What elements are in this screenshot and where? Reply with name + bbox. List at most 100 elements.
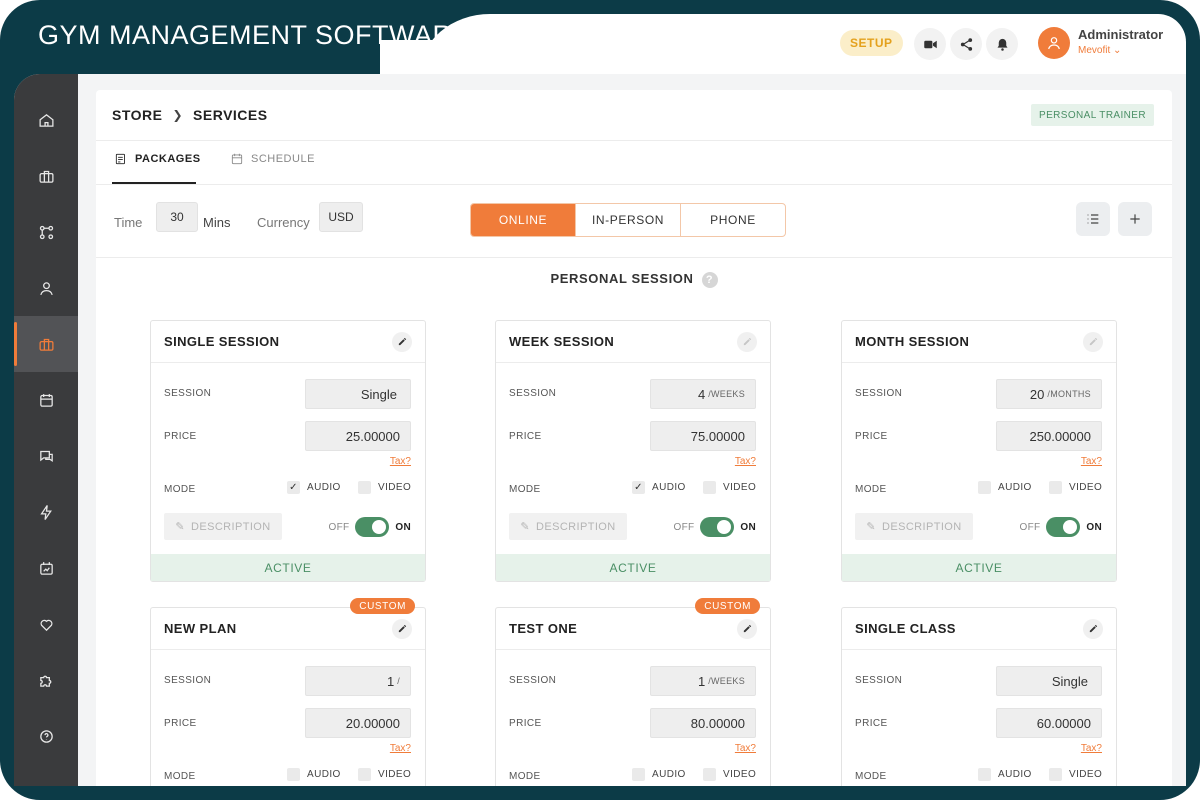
share-icon[interactable]	[950, 28, 982, 60]
sidebar-item-calendar[interactable]	[14, 372, 78, 428]
sidebar-item-home[interactable]	[14, 92, 78, 148]
session-field[interactable]: 1 /	[305, 666, 411, 696]
card-header: MONTH SESSION	[842, 321, 1116, 363]
price-label: PRICE	[509, 718, 542, 729]
edit-button[interactable]	[737, 331, 757, 352]
user-org-dropdown[interactable]: Mevofit ⌄	[1078, 45, 1121, 56]
description-label: DESCRIPTION	[191, 520, 271, 533]
session-field[interactable]: Single	[305, 379, 411, 409]
heart-icon	[40, 619, 52, 631]
session-value: 1	[697, 673, 706, 689]
description-button[interactable]: ✎ DESCRIPTION	[164, 513, 282, 540]
analytics-icon	[39, 561, 53, 575]
video-checkbox[interactable]: VIDEO	[358, 768, 411, 781]
sidebar-item-user[interactable]	[14, 260, 78, 316]
edit-button[interactable]	[392, 331, 412, 352]
sidebar-item-store[interactable]	[14, 316, 78, 372]
currency-select[interactable]: USD	[319, 202, 363, 232]
sidebar-item-puzzle[interactable]	[14, 652, 78, 708]
sidebar-item-lightning[interactable]	[14, 484, 78, 540]
sidebar-item-briefcase[interactable]	[14, 148, 78, 204]
checkbox-box	[358, 768, 371, 781]
audio-checkbox[interactable]: AUDIO	[287, 768, 341, 781]
session-field[interactable]: 1 /WEEKS	[650, 666, 756, 696]
price-field[interactable]: 20.00000	[305, 708, 411, 738]
description-button[interactable]: ✎ DESCRIPTION	[855, 513, 973, 540]
tax-link[interactable]: Tax?	[735, 456, 756, 467]
tab-schedule[interactable]: SCHEDULE	[230, 152, 315, 166]
edit-button[interactable]	[1083, 618, 1103, 639]
add-button[interactable]	[1118, 202, 1152, 236]
audio-checkbox[interactable]: AUDIO	[632, 768, 686, 781]
video-checkbox[interactable]: VIDEO	[1049, 481, 1102, 494]
session-field[interactable]: Single	[996, 666, 1102, 696]
mode-in-person-button[interactable]: IN-PERSON	[575, 204, 680, 236]
session-field[interactable]: 20 /MONTHS	[996, 379, 1102, 409]
session-unit: /MONTHS	[1047, 389, 1091, 399]
sidebar-item-analytics[interactable]	[14, 540, 78, 596]
price-field[interactable]: 75.00000	[650, 421, 756, 451]
video-checkbox[interactable]: VIDEO	[703, 768, 756, 781]
sidebar-item-apps[interactable]	[14, 204, 78, 260]
audio-checkbox[interactable]: AUDIO	[978, 768, 1032, 781]
sidebar-item-heart[interactable]	[14, 596, 78, 652]
mode-phone-button[interactable]: PHONE	[680, 204, 785, 236]
price-field[interactable]: 25.00000	[305, 421, 411, 451]
tax-link[interactable]: Tax?	[735, 743, 756, 754]
video-checkbox[interactable]: VIDEO	[703, 481, 756, 494]
toggle-switch[interactable]	[1046, 517, 1081, 537]
status-toggle[interactable]: OFF ON	[673, 517, 756, 537]
tab-packages[interactable]: PACKAGES	[114, 152, 201, 166]
session-field[interactable]: 4 /WEEKS	[650, 379, 756, 409]
checkmark-icon: ✓	[287, 481, 300, 494]
status-toggle[interactable]: OFF ON	[1019, 517, 1102, 537]
toggle-switch[interactable]	[700, 517, 735, 537]
currency-label: Currency	[257, 215, 310, 230]
price-field[interactable]: 80.00000	[650, 708, 756, 738]
session-label: SESSION	[855, 388, 903, 399]
pencil-icon: ✎	[520, 521, 531, 533]
app-frame: GYM MANAGEMENT SOFTWARE SETUP Administra…	[0, 0, 1200, 800]
edit-button[interactable]	[1083, 331, 1103, 352]
description-button[interactable]: ✎ DESCRIPTION	[509, 513, 627, 540]
session-value: 4	[697, 386, 706, 402]
tax-link[interactable]: Tax?	[390, 456, 411, 467]
mode-online-button[interactable]: ONLINE	[471, 204, 575, 236]
checkbox-box	[287, 768, 300, 781]
price-field[interactable]: 60.00000	[996, 708, 1102, 738]
bell-icon[interactable]	[986, 28, 1018, 60]
list-view-button[interactable]	[1076, 202, 1110, 236]
tax-link[interactable]: Tax?	[1081, 456, 1102, 467]
sidebar-item-chat[interactable]	[14, 428, 78, 484]
toggle-off-label: OFF	[1019, 521, 1041, 533]
edit-button[interactable]	[737, 618, 757, 639]
user-org: Mevofit	[1078, 45, 1111, 56]
lightning-icon	[39, 504, 52, 520]
home-icon	[38, 113, 54, 127]
help-icon[interactable]: ?	[701, 271, 718, 288]
video-checkbox[interactable]: VIDEO	[358, 481, 411, 494]
tax-link[interactable]: Tax?	[390, 743, 411, 754]
edit-button[interactable]	[392, 618, 412, 639]
tax-link[interactable]: Tax?	[1081, 743, 1102, 754]
audio-checkbox[interactable]: ✓ AUDIO	[632, 481, 686, 494]
calendar-icon	[39, 393, 53, 407]
card-title: MONTH SESSION	[855, 334, 970, 349]
sidebar-item-help[interactable]	[14, 708, 78, 764]
help-icon	[39, 729, 53, 743]
session-label: SESSION	[855, 675, 903, 686]
section-title: PERSONAL SESSION?	[96, 271, 1172, 288]
audio-checkbox[interactable]: ✓ AUDIO	[287, 481, 341, 494]
breadcrumb-store[interactable]: STORE	[112, 107, 162, 123]
tab-schedule-label: SCHEDULE	[251, 153, 315, 165]
price-field[interactable]: 250.00000	[996, 421, 1102, 451]
toggle-switch[interactable]	[355, 517, 390, 537]
video-icon[interactable]	[914, 28, 946, 60]
video-checkbox[interactable]: VIDEO	[1049, 768, 1102, 781]
time-input[interactable]: 30	[156, 202, 198, 232]
avatar[interactable]	[1038, 27, 1070, 59]
setup-button[interactable]: SETUP	[840, 30, 903, 56]
status-toggle[interactable]: OFF ON	[328, 517, 411, 537]
user-name[interactable]: Administrator	[1078, 27, 1163, 42]
audio-checkbox[interactable]: AUDIO	[978, 481, 1032, 494]
